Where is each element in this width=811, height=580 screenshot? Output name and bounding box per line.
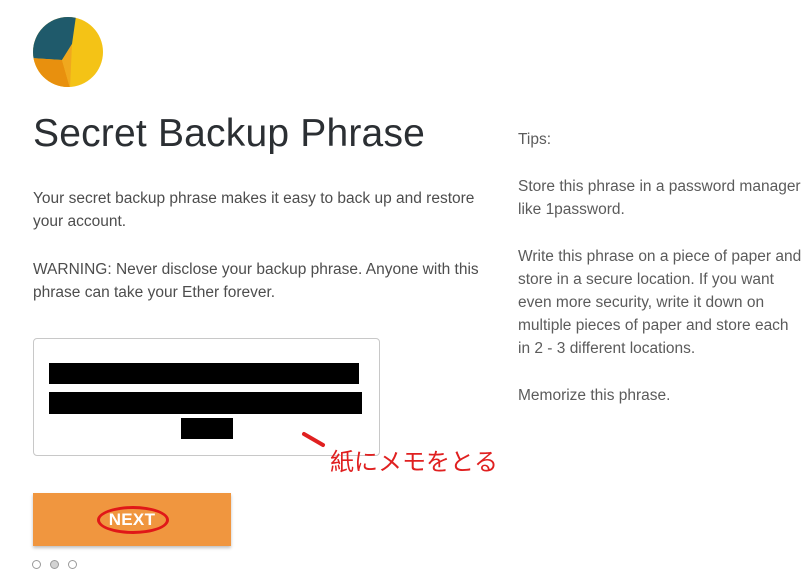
annotation-pointer-mark [302,432,325,447]
warning-text: WARNING: Never disclose your backup phra… [33,261,479,301]
secret-phrase-box[interactable] [33,338,380,456]
tip-item: Memorize this phrase. [518,387,671,404]
redaction-bar [181,418,233,439]
annotation-note: 紙にメモをとる [330,448,498,476]
tip-item: Write this phrase on a piece of paper an… [518,248,802,357]
tips-panel: Tips: Store this phrase in a password ma… [518,128,803,431]
pager-dot-3[interactable] [68,560,77,569]
tip-item: Store this phrase in a password manager … [518,178,801,218]
pager-dot-1[interactable] [32,560,41,569]
next-button[interactable]: NEXT [33,493,231,546]
redaction-bar [49,363,359,384]
pager-dot-2[interactable] [50,560,59,569]
next-button-label: NEXT [108,510,156,529]
page-title: Secret Backup Phrase [33,112,426,155]
redaction-bar [49,392,362,414]
intro-text: Your secret backup phrase makes it easy … [33,190,475,230]
tips-heading: Tips: [518,131,552,148]
metamask-logo-icon [33,17,103,87]
step-pager [32,560,77,569]
app-logo [32,16,104,88]
